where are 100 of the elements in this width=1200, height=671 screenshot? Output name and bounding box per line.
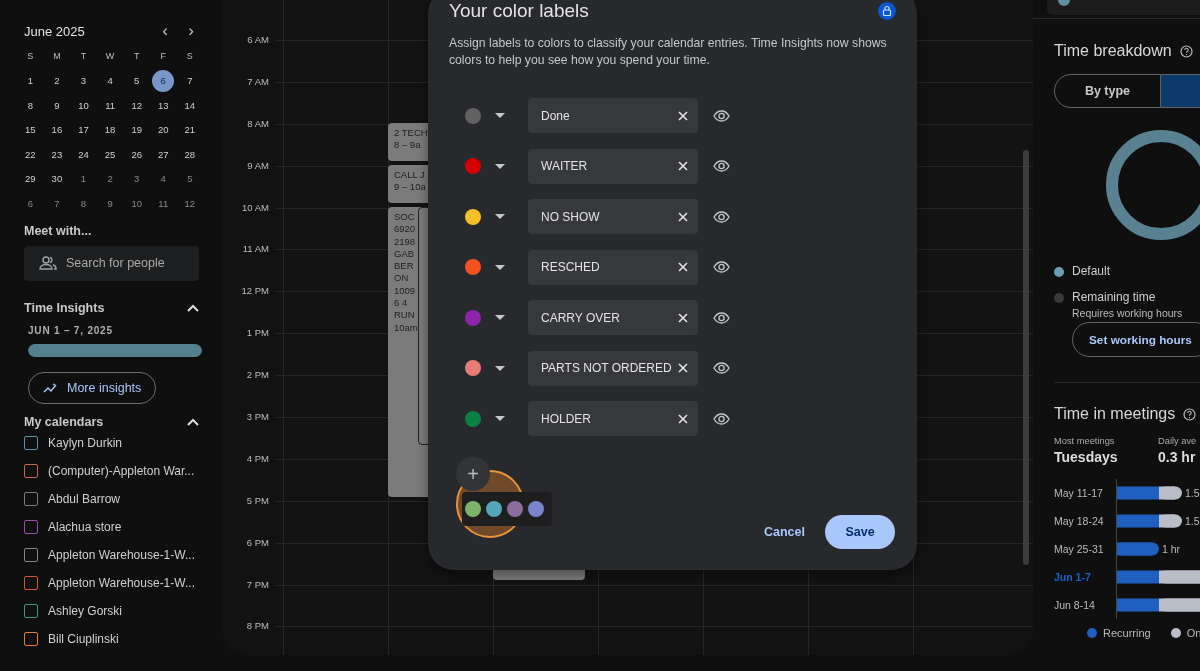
calendar-name[interactable]: Alachua store	[48, 519, 122, 534]
eye-icon[interactable]	[713, 109, 730, 122]
calendar-name[interactable]: Appleton Warehouse-1-W...	[48, 575, 195, 590]
date-button[interactable]: 19	[125, 118, 148, 141]
color-dot[interactable]	[465, 208, 481, 225]
clear-icon[interactable]	[678, 262, 688, 272]
clear-icon[interactable]	[678, 312, 688, 323]
date-button[interactable]: 4	[152, 167, 175, 190]
calendar-name[interactable]: (Computer)-Appleton War...	[48, 463, 195, 478]
checkbox[interactable]	[24, 435, 38, 450]
date-button[interactable]: 12	[125, 94, 148, 117]
date-button[interactable]: 8	[72, 192, 95, 215]
clear-icon[interactable]	[678, 110, 688, 121]
eye-icon[interactable]	[713, 362, 730, 374]
date-button[interactable]: 24	[72, 143, 95, 166]
date-button[interactable]: 26	[125, 143, 148, 166]
chevron-icon[interactable]	[187, 417, 199, 426]
color-dot[interactable]	[465, 107, 481, 124]
date-button[interactable]: 25	[99, 143, 122, 166]
date-button[interactable]: 8	[19, 94, 42, 117]
eye-icon[interactable]	[713, 210, 730, 223]
date-button[interactable]: 2	[45, 69, 68, 92]
date-button[interactable]: 10	[72, 94, 95, 117]
clear-icon[interactable]	[678, 161, 688, 171]
date-button[interactable]: 10	[125, 192, 148, 215]
save-button[interactable]: Save	[825, 515, 895, 549]
date-button[interactable]: 12	[178, 192, 201, 215]
date-button[interactable]: 1	[72, 167, 95, 190]
eye-icon[interactable]	[713, 311, 730, 324]
color-dot[interactable]	[465, 158, 481, 174]
label-field[interactable]: HOLDER	[528, 401, 698, 436]
help-icon[interactable]	[1183, 407, 1197, 421]
next-month-button[interactable]: ›	[178, 23, 204, 39]
caret-icon[interactable]	[495, 264, 505, 270]
caret-icon[interactable]	[495, 214, 505, 219]
checkbox[interactable]	[24, 519, 38, 534]
checkbox[interactable]	[24, 575, 38, 590]
color-dot[interactable]	[465, 410, 481, 427]
date-button[interactable]: 11	[152, 192, 175, 215]
caret-icon[interactable]	[495, 416, 505, 421]
date-button[interactable]: 7	[178, 69, 201, 92]
date-button[interactable]: 28	[178, 143, 201, 166]
date-button[interactable]: 17	[72, 118, 95, 141]
date-button[interactable]: 21	[178, 118, 201, 141]
date-button[interactable]: 9	[99, 192, 122, 215]
label-field[interactable]: RESCHED	[528, 249, 698, 285]
date-button[interactable]: 5	[125, 69, 148, 92]
date-button[interactable]: 29	[19, 167, 42, 190]
caret-icon[interactable]	[495, 365, 505, 371]
previous-month-button[interactable]: ‹	[152, 23, 178, 39]
calendar-name[interactable]: Bill Ciuplinski	[48, 631, 119, 646]
checkbox[interactable]	[24, 491, 38, 506]
date-button[interactable]: 18	[99, 118, 122, 141]
label-field[interactable]: PARTS NOT ORDERED	[528, 350, 698, 386]
color-dot[interactable]	[465, 259, 481, 275]
eye-icon[interactable]	[713, 412, 730, 425]
checkbox[interactable]	[24, 603, 38, 618]
date-button[interactable]: 5	[178, 167, 201, 190]
date-button[interactable]: 1	[19, 69, 42, 92]
date-button[interactable]: 23	[45, 143, 68, 166]
date-button[interactable]: 3	[72, 69, 95, 92]
caret-icon[interactable]	[495, 113, 505, 118]
search-input[interactable]: Search for people	[24, 245, 199, 281]
date-button[interactable]: 9	[45, 94, 68, 117]
calendar-name[interactable]: Kaylyn Durkin	[48, 435, 123, 450]
calendar-name[interactable]: Abdul Barrow	[48, 491, 121, 506]
calendar-name[interactable]: Appleton Warehouse-1-W...	[48, 547, 195, 562]
checkbox[interactable]	[24, 463, 38, 478]
caret-icon[interactable]	[495, 315, 505, 320]
color-swatch[interactable]	[528, 501, 544, 517]
date-button[interactable]: 2	[99, 167, 122, 190]
date-button[interactable]: 3	[125, 167, 148, 190]
add-label-button[interactable]: +	[456, 457, 490, 491]
help-icon[interactable]	[1179, 44, 1193, 58]
clear-icon[interactable]	[678, 211, 688, 222]
eye-icon[interactable]	[713, 261, 730, 273]
calendar-name[interactable]: Ashley Gorski	[48, 603, 123, 618]
color-swatch[interactable]	[465, 501, 481, 517]
date-button[interactable]: 16	[45, 118, 68, 141]
date-button[interactable]: 22	[19, 143, 42, 166]
color-swatch[interactable]	[486, 501, 502, 517]
date-button[interactable]: 14	[178, 94, 201, 117]
clear-icon[interactable]	[678, 413, 688, 424]
color-dot[interactable]	[465, 309, 481, 326]
scrollbar[interactable]	[1023, 150, 1029, 565]
label-field[interactable]: WAITER	[528, 148, 698, 184]
date-button[interactable]: 6	[19, 192, 42, 215]
date-button[interactable]: 11	[99, 94, 122, 117]
checkbox[interactable]	[24, 631, 38, 646]
date-button[interactable]: 15	[19, 118, 42, 141]
checkbox[interactable]	[24, 547, 38, 562]
cancel-button[interactable]: Cancel	[764, 525, 805, 539]
label-field[interactable]: NO SHOW	[528, 199, 698, 234]
label-field[interactable]: Done	[528, 98, 698, 133]
color-swatch[interactable]	[507, 501, 523, 517]
date-button[interactable]: 6	[152, 69, 175, 92]
date-button[interactable]: 7	[45, 192, 68, 215]
color-dot[interactable]	[465, 360, 481, 376]
date-button[interactable]: 27	[152, 143, 175, 166]
eye-icon[interactable]	[713, 160, 730, 172]
